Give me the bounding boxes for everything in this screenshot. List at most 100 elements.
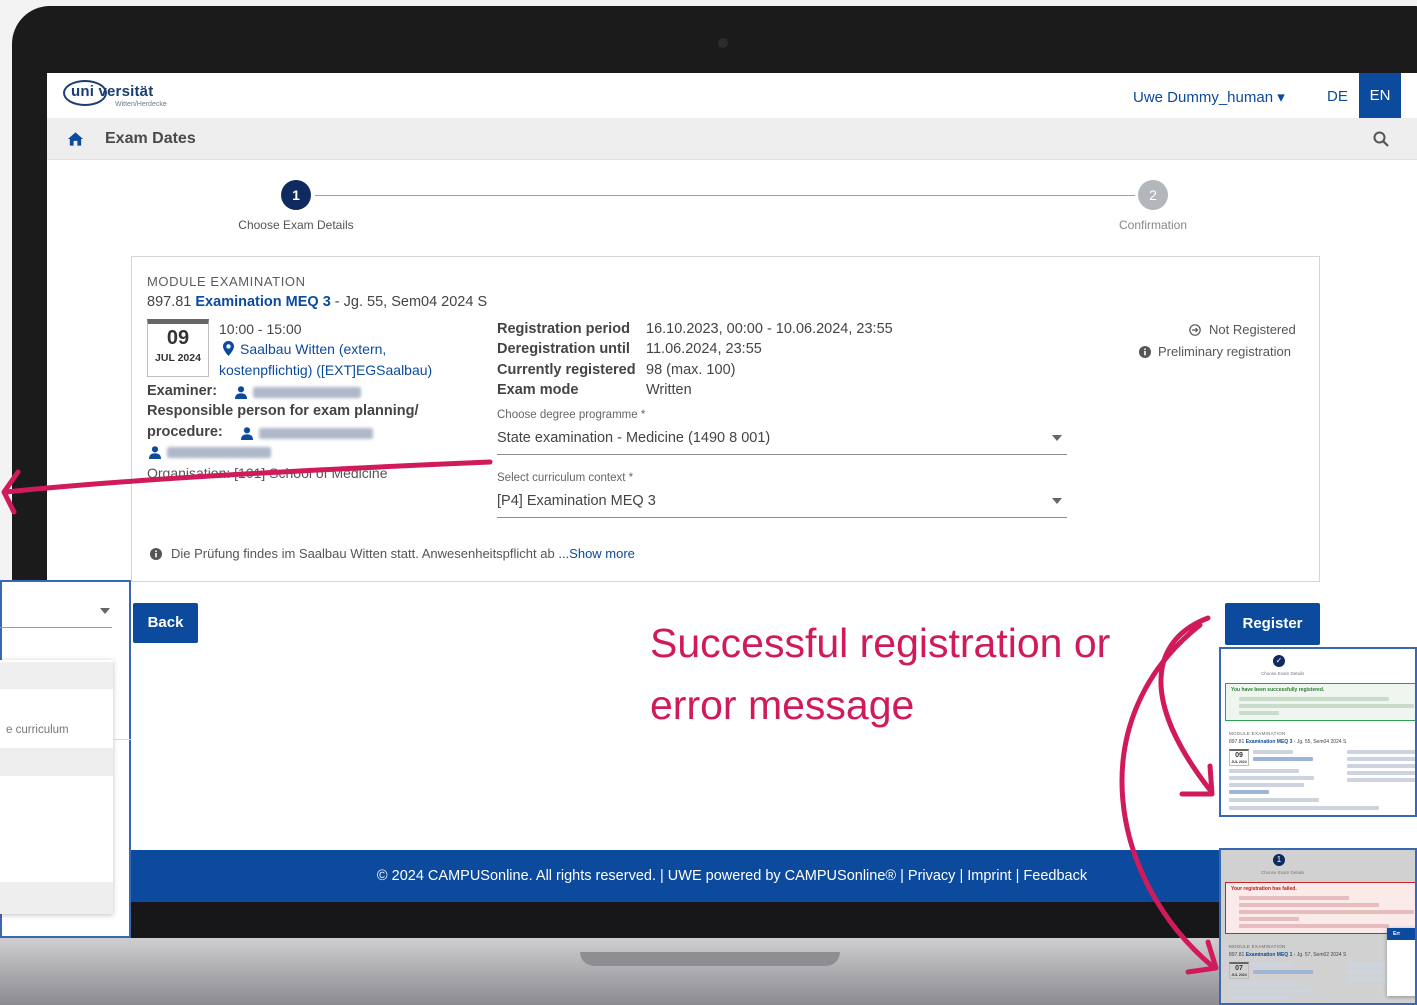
dropdown-underline xyxy=(0,627,112,628)
exam-time: 10:00 - 15:00 xyxy=(219,321,302,337)
registration-status: Not Registered xyxy=(1209,322,1296,337)
thumb-date-badge: 07 JUL 2024 xyxy=(1229,962,1249,979)
laptop-notch xyxy=(580,952,840,966)
person-icon xyxy=(235,386,247,399)
thumb-text-line xyxy=(1239,910,1414,914)
thumb-text-line xyxy=(1229,776,1314,780)
dropdown-option-header xyxy=(0,662,113,689)
show-more-link[interactable]: ...Show more xyxy=(558,546,635,561)
home-icon[interactable] xyxy=(67,131,84,147)
exam-mode-label: Exam mode xyxy=(497,382,579,398)
dropdown-option-selected[interactable] xyxy=(0,748,113,776)
chevron-down-icon[interactable] xyxy=(1052,498,1062,504)
thumb-exam-suffix: - Jg. 57, Sem02 2024 S xyxy=(1292,952,1347,958)
dropdown-options-list xyxy=(0,660,113,914)
university-logo[interactable]: uni versität Witten/Herdecke xyxy=(63,79,173,113)
page-title: Exam Dates xyxy=(105,130,196,147)
thumb-exam-suffix: - Jg. 55, Sem04 2024 S xyxy=(1292,739,1347,745)
step-1-label: Choose Exam Details xyxy=(238,218,354,232)
error-message: Your registration has failed. xyxy=(1231,886,1297,892)
thumb-text-line xyxy=(1239,704,1414,708)
thumb-text-line xyxy=(1253,750,1293,754)
location-link-cont[interactable]: kostenpflichtig) ([EXT]EGSaalbau) xyxy=(219,362,432,378)
footer[interactable]: © 2024 CAMPUSonline. All rights reserved… xyxy=(47,850,1417,902)
thumb-text-line xyxy=(1239,903,1379,907)
thumb-exam-title: 897.81 Examination MEQ 3 - Jg. 55, Sem04… xyxy=(1229,739,1346,745)
thumb-text-line xyxy=(1347,977,1387,981)
deregistration-label: Deregistration until xyxy=(497,341,630,357)
thumb-text-line xyxy=(1347,778,1415,782)
thumb-text-line xyxy=(1347,757,1415,761)
dropdown-option-text[interactable]: e curriculum xyxy=(6,724,69,736)
annotation-line-1: Successful registration or xyxy=(650,620,1111,666)
thumb-text-line xyxy=(1253,970,1313,974)
check-icon: ✓ xyxy=(1273,655,1285,667)
search-icon[interactable] xyxy=(1373,131,1389,147)
sign-in-icon xyxy=(1189,324,1201,336)
degree-programme-underline xyxy=(497,454,1067,455)
location-pin-icon xyxy=(223,341,234,356)
language-de-link[interactable]: DE xyxy=(1327,88,1348,105)
thumb-text-line xyxy=(1347,970,1387,974)
thumb-text-line xyxy=(1239,711,1279,715)
thumb-text-line xyxy=(1239,924,1389,928)
thumb-text-line xyxy=(1229,798,1319,802)
chevron-down-icon[interactable] xyxy=(100,608,110,614)
thumb-text-line xyxy=(1239,917,1299,921)
browser-screen: uni versität Witten/Herdecke Uwe Dummy_h… xyxy=(47,73,1417,938)
step-2-indicator: 2 xyxy=(1138,180,1168,210)
examiner-label: Examiner: xyxy=(147,383,218,399)
dropdown-option-footer[interactable] xyxy=(0,882,113,914)
thumb-month: JUL 2024 xyxy=(1231,760,1247,764)
thumb-exam-number: 897.81 xyxy=(1229,952,1245,958)
thumb-text-line xyxy=(1347,750,1415,754)
thumb-text-line xyxy=(1239,697,1389,701)
exam-month: JUL 2024 xyxy=(155,352,201,364)
responsible-name-redacted-2[interactable] xyxy=(167,447,271,458)
curriculum-context-select[interactable]: [P4] Examination MEQ 3 xyxy=(497,493,656,509)
error-screenshot-thumbnail: 1 Choose Exam Details Your registration … xyxy=(1219,848,1417,1005)
exam-note-text: Die Prüfung findes im Saalbau Witten sta… xyxy=(171,546,559,561)
organisation-label: Organisation: [101] School of Medicine xyxy=(147,465,388,481)
exam-mode-value: Written xyxy=(646,382,692,398)
examiner-name-redacted[interactable] xyxy=(253,387,361,398)
thumb-month: JUL 2024 xyxy=(1231,973,1247,977)
divider xyxy=(113,739,131,740)
step-2-label: Confirmation xyxy=(1118,218,1188,232)
responsible-name-redacted[interactable] xyxy=(259,428,373,439)
chevron-down-icon[interactable] xyxy=(1052,435,1062,441)
error-dialog-title: Err xyxy=(1393,931,1401,937)
back-button[interactable]: Back xyxy=(133,603,198,643)
currently-registered-label: Currently registered xyxy=(497,362,636,378)
thumb-text-line xyxy=(1347,771,1415,775)
exam-title-suffix: - Jg. 55, Sem04 2024 S xyxy=(330,294,488,310)
thumb-exam-number: 897.81 xyxy=(1229,739,1245,745)
error-dialog-header xyxy=(1387,928,1415,940)
success-message: You have been successfully registered. xyxy=(1231,687,1325,693)
curriculum-context-label: Select curriculum context * xyxy=(497,472,634,484)
thumb-text-line xyxy=(1347,963,1387,967)
top-bar: uni versität Witten/Herdecke Uwe Dummy_h… xyxy=(47,73,1417,118)
language-en-link[interactable]: EN xyxy=(1359,73,1401,118)
info-icon xyxy=(1139,346,1151,358)
thumb-step-label: Choose Exam Details xyxy=(1261,870,1305,875)
currently-registered-value: 98 (max. 100) xyxy=(646,362,736,378)
stage: uni versität Witten/Herdecke Uwe Dummy_h… xyxy=(0,0,1417,1005)
exam-heading: 897.81 Examination MEQ 3 - Jg. 55, Sem04… xyxy=(147,294,487,310)
exam-kind: MODULE EXAMINATION xyxy=(147,274,306,289)
thumb-text-line xyxy=(1229,989,1314,993)
laptop-base xyxy=(0,938,1417,1005)
exam-date-badge: 09 JUL 2024 xyxy=(147,319,209,377)
location-link[interactable]: Saalbau Witten (extern, xyxy=(240,341,386,357)
thumb-text-line xyxy=(1229,806,1379,810)
degree-programme-select[interactable]: State examination - Medicine (1490 8 001… xyxy=(497,430,770,446)
laptop-camera xyxy=(718,38,728,48)
thumb-date-badge: 09 JUL 2024 xyxy=(1229,749,1249,766)
thumb-day: 07 xyxy=(1235,965,1243,972)
thumb-text-line xyxy=(1253,963,1293,967)
register-button[interactable]: Register xyxy=(1225,603,1320,645)
exam-title-link[interactable]: Examination MEQ 3 xyxy=(195,294,330,310)
registration-period-label: Registration period xyxy=(497,321,630,337)
user-menu[interactable]: Uwe Dummy_human ▾ xyxy=(1133,88,1285,106)
logo-text: uni versität xyxy=(71,83,154,100)
